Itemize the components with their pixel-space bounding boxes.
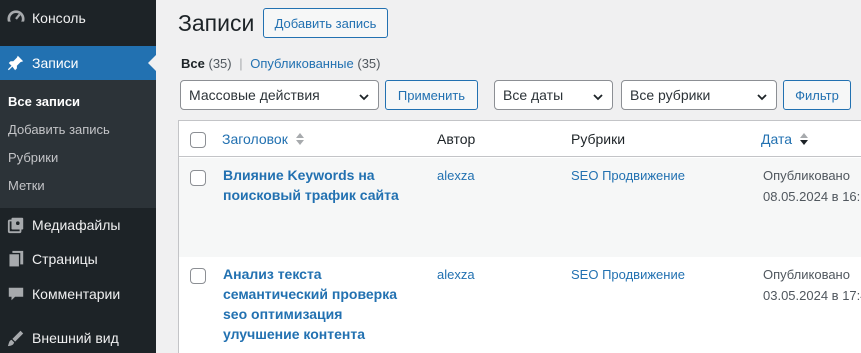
post-author-link[interactable]: alexza [437, 267, 475, 282]
posts-table: Заголовок Автор Рубрики Дата Влияние Key… [178, 120, 861, 353]
column-date-header[interactable]: Дата [761, 131, 809, 149]
post-title-line: Влияние Keywords на [223, 167, 375, 183]
sort-desc-icon [799, 132, 809, 149]
media-icon [6, 215, 26, 235]
submenu-categories[interactable]: Рубрики [8, 150, 58, 165]
sidebar-item-posts[interactable]: Записи [0, 46, 156, 80]
post-date: 03.05.2024 в 17:4 [763, 288, 861, 303]
column-categories-header: Рубрики [571, 131, 626, 147]
row-checkbox[interactable] [190, 170, 206, 186]
sidebar-item-label: Медиафайлы [32, 217, 121, 233]
view-all-count: (35) [208, 56, 232, 71]
sidebar-item-comments[interactable]: Комментарии [0, 277, 156, 311]
bulk-actions-select[interactable]: Массовые действия [180, 80, 379, 110]
chevron-down-icon [358, 90, 370, 106]
select-all-checkbox[interactable] [190, 132, 206, 148]
post-title-line: улучшение контента [223, 326, 365, 342]
sidebar-item-appearance[interactable]: Внешний вид [0, 321, 156, 353]
post-title-link[interactable]: Анализ текста семантический проверка seo… [223, 264, 397, 344]
sidebar-item-pages[interactable]: Страницы [0, 242, 156, 276]
row-checkbox[interactable] [190, 268, 206, 284]
sidebar-item-label: Комментарии [32, 286, 121, 302]
post-title-line: поисковый трафик сайта [223, 187, 399, 203]
categories-filter-select[interactable]: Все рубрики [621, 80, 777, 110]
sidebar-item-label: Страницы [32, 251, 98, 267]
column-title-label: Заголовок [222, 131, 288, 147]
view-published-link[interactable]: Опубликованные [250, 56, 354, 71]
dates-filter-value: Все даты [503, 87, 564, 103]
table-header: Заголовок Автор Рубрики Дата [179, 121, 861, 157]
submenu-tags[interactable]: Метки [8, 178, 45, 193]
column-author-header: Автор [437, 131, 476, 147]
apply-button[interactable]: Применить [385, 80, 478, 110]
sort-both-icon [295, 132, 305, 149]
post-status-views: Все (35) | Опубликованные (35) [181, 56, 381, 71]
submenu-all-posts[interactable]: Все записи [8, 94, 80, 109]
dashboard-icon [6, 8, 26, 28]
pages-icon [6, 249, 26, 269]
categories-filter-value: Все рубрики [630, 87, 711, 103]
table-row: Анализ текста семантический проверка seo… [179, 257, 861, 353]
post-status: Опубликовано [763, 168, 850, 183]
filter-button[interactable]: Фильтр [783, 80, 851, 110]
post-title-line: семантический проверка [223, 286, 398, 302]
sidebar-item-label: Внешний вид [32, 330, 119, 346]
page-title: Записи [178, 10, 255, 36]
submenu-add-post[interactable]: Добавить запись [8, 122, 110, 137]
post-status: Опубликовано [763, 267, 850, 282]
admin-sidebar: Консоль Записи Все записи Добавить запис… [0, 0, 156, 353]
chevron-down-icon [756, 90, 768, 106]
appearance-icon [6, 328, 26, 348]
column-date-label: Дата [761, 131, 793, 147]
sidebar-item-dashboard[interactable]: Консоль [0, 1, 156, 35]
sidebar-item-label: Записи [32, 55, 79, 71]
view-all-link[interactable]: Все [181, 56, 205, 71]
bulk-actions-value: Массовые действия [189, 87, 320, 103]
table-row: Влияние Keywords на поисковый трафик сай… [179, 158, 861, 257]
dates-filter-select[interactable]: Все даты [494, 80, 613, 110]
post-title-line: Анализ текста [223, 266, 322, 282]
sidebar-item-media[interactable]: Медиафайлы [0, 208, 156, 242]
posts-submenu: Все записи Добавить запись Рубрики Метки [0, 80, 156, 208]
chevron-down-icon [592, 90, 604, 106]
add-post-button[interactable]: Добавить запись [263, 8, 388, 38]
column-title-header[interactable]: Заголовок [222, 131, 305, 149]
post-category-link[interactable]: SEO Продвижение [571, 267, 685, 282]
sidebar-item-label: Консоль [32, 10, 86, 26]
view-published-count: (35) [357, 56, 381, 71]
comments-icon [6, 284, 26, 304]
post-category-link[interactable]: SEO Продвижение [571, 168, 685, 183]
post-title-line: seo оптимизация [223, 306, 343, 322]
view-separator: | [239, 56, 243, 71]
post-date: 08.05.2024 в 16:1 [763, 189, 861, 204]
pin-icon [6, 53, 26, 73]
post-title-link[interactable]: Влияние Keywords на поисковый трафик сай… [223, 165, 399, 205]
post-author-link[interactable]: alexza [437, 168, 475, 183]
